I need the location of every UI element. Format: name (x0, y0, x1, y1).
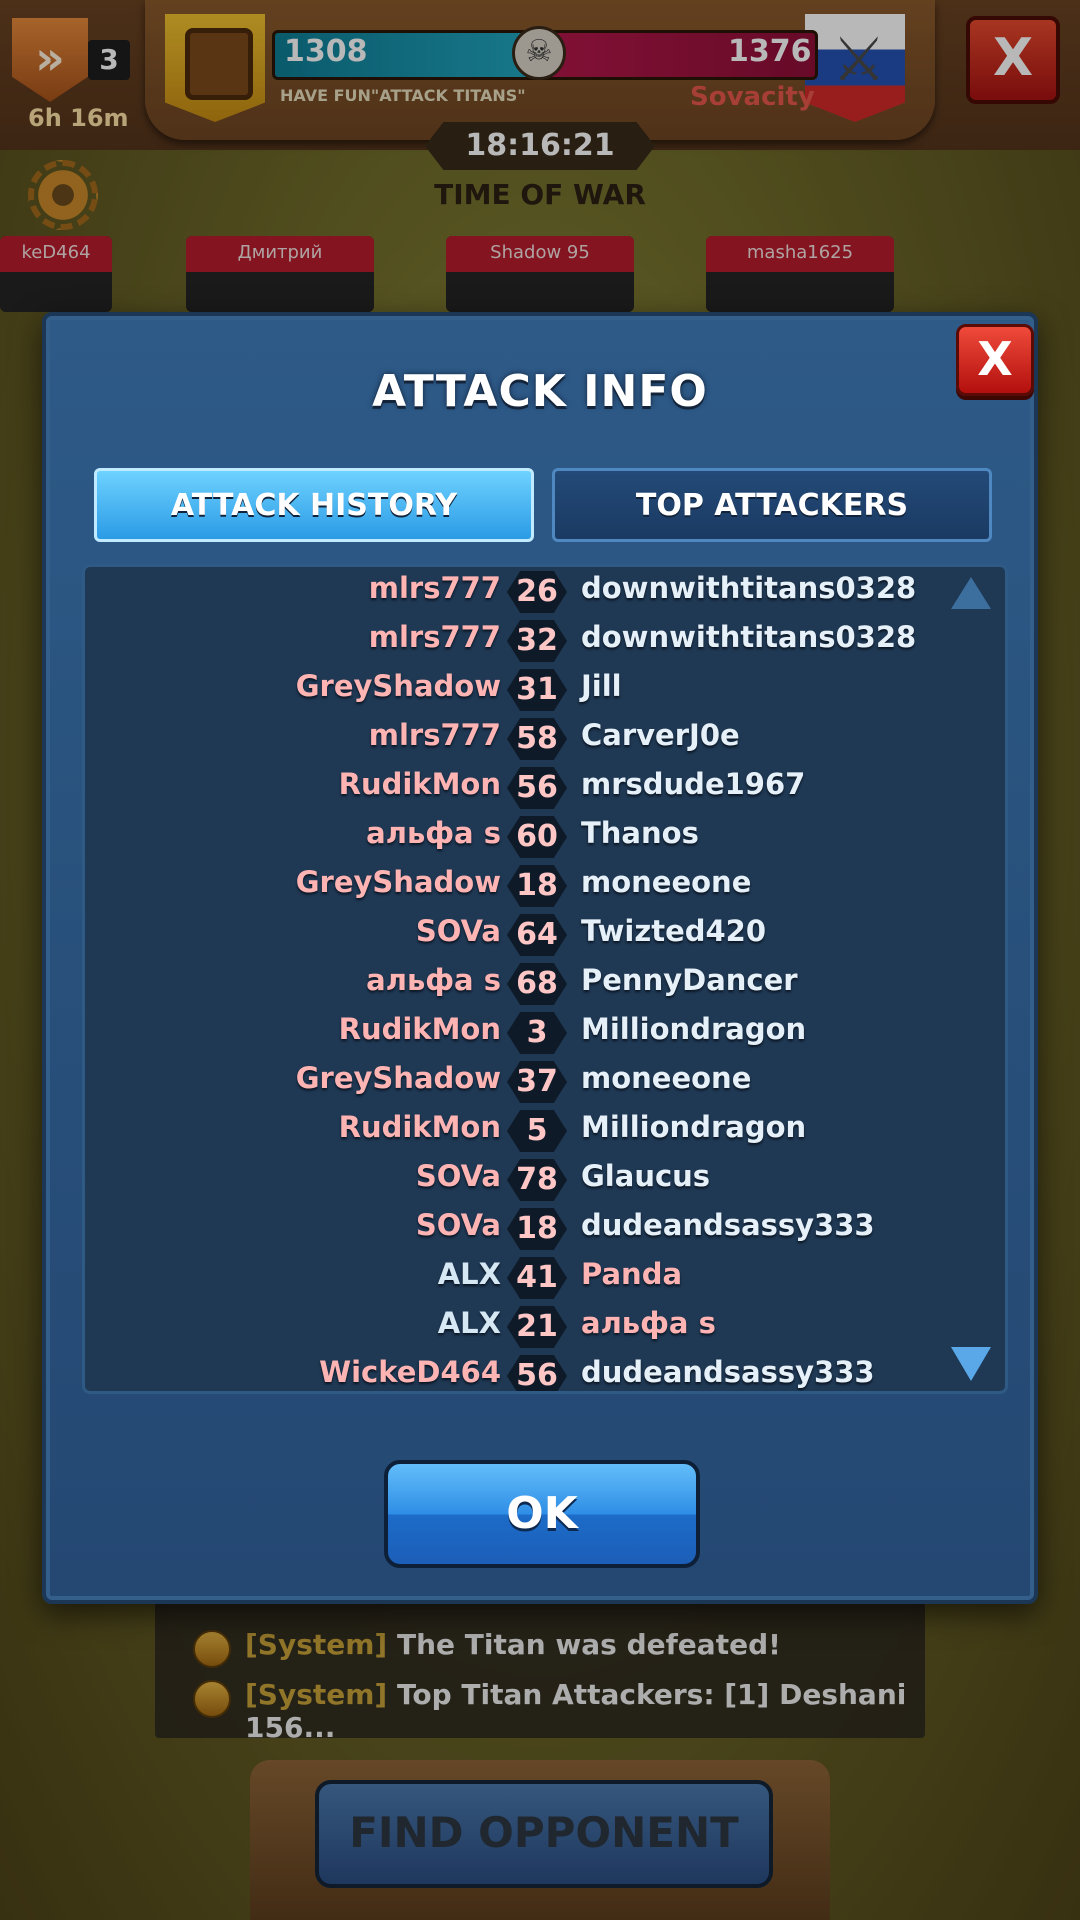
attack-score: 26 (507, 571, 567, 613)
history-row[interactable]: RudikMon 3 Milliondragon (85, 1010, 1005, 1056)
attacker-name: SOVa (415, 1208, 501, 1242)
history-row[interactable]: RudikMon 5 Milliondragon (85, 1108, 1005, 1154)
target-name: Milliondragon (581, 1110, 807, 1144)
target-name: Jill (581, 669, 622, 703)
attack-score: 41 (507, 1257, 567, 1299)
close-dialog-button[interactable]: X (956, 324, 1034, 396)
target-name: downwithtitans0328 (581, 620, 917, 654)
target-name: dudeandsassy333 (581, 1208, 875, 1242)
attacker-name: SOVa (415, 914, 501, 948)
attack-score: 78 (507, 1159, 567, 1201)
history-row[interactable]: GreyShadow 18 moneeone (85, 863, 1005, 909)
target-name: Twizted420 (581, 914, 767, 948)
target-name: Milliondragon (581, 1012, 807, 1046)
attacker-name: ALX (437, 1306, 501, 1340)
attacker-name: SOVa (415, 1159, 501, 1193)
history-row[interactable]: mlrs777 32 downwithtitans0328 (85, 618, 1005, 664)
tab-attack-history[interactable]: ATTACK HISTORY (94, 468, 534, 542)
attacker-name: GreyShadow (295, 1061, 501, 1095)
attacker-name: альфа s (366, 963, 501, 997)
attack-score: 37 (507, 1061, 567, 1103)
attack-score: 21 (507, 1306, 567, 1348)
history-row[interactable]: WickeD464 56 dudeandsassy333 (85, 1353, 1005, 1391)
history-row[interactable]: SOVa 64 Twizted420 (85, 912, 1005, 958)
history-row[interactable]: mlrs777 26 downwithtitans0328 (85, 569, 1005, 615)
attack-score: 60 (507, 816, 567, 858)
attack-score: 31 (507, 669, 567, 711)
target-name: moneeone (581, 1061, 752, 1095)
history-row[interactable]: альфа s 60 Thanos (85, 814, 1005, 860)
attack-score: 56 (507, 767, 567, 809)
attacker-name: mlrs777 (368, 571, 501, 605)
attacker-name: ALX (437, 1257, 501, 1291)
attack-score: 56 (507, 1355, 567, 1391)
target-name: mrsdude1967 (581, 767, 806, 801)
attack-score: 58 (507, 718, 567, 760)
target-name: moneeone (581, 865, 752, 899)
target-name: Thanos (581, 816, 699, 850)
attack-history-list[interactable]: mlrs777 26 downwithtitans0328 mlrs777 32 down… (82, 564, 1008, 1394)
attack-score: 18 (507, 865, 567, 907)
attacker-name: RudikMon (338, 1110, 501, 1144)
history-row[interactable]: ALX 41 Panda (85, 1255, 1005, 1301)
attack-score: 5 (507, 1110, 567, 1152)
history-row[interactable]: RudikMon 56 mrsdude1967 (85, 765, 1005, 811)
attack-score: 32 (507, 620, 567, 662)
history-row[interactable]: альфа s 68 PennyDancer (85, 961, 1005, 1007)
target-name: dudeandsassy333 (581, 1355, 875, 1389)
history-row[interactable]: SOVa 78 Glaucus (85, 1157, 1005, 1203)
attacker-name: WickeD464 (319, 1355, 501, 1389)
attacker-name: GreyShadow (295, 669, 501, 703)
attacker-name: RudikMon (338, 1012, 501, 1046)
attack-score: 18 (507, 1208, 567, 1250)
attack-info-dialog: ATTACK INFO X ATTACK HISTORY TOP ATTACKE… (42, 312, 1038, 1604)
target-name: альфа s (581, 1306, 716, 1340)
ok-button[interactable]: OK (384, 1460, 700, 1568)
attacker-name: mlrs777 (368, 620, 501, 654)
target-name: Glaucus (581, 1159, 711, 1193)
attacker-name: GreyShadow (295, 865, 501, 899)
attack-score: 3 (507, 1012, 567, 1054)
history-row[interactable]: mlrs777 58 CarverJ0e (85, 716, 1005, 762)
history-row[interactable]: GreyShadow 37 moneeone (85, 1059, 1005, 1105)
history-row[interactable]: GreyShadow 31 Jill (85, 667, 1005, 713)
attack-score: 64 (507, 914, 567, 956)
attacker-name: mlrs777 (368, 718, 501, 752)
history-row[interactable]: ALX 21 альфа s (85, 1304, 1005, 1350)
tab-top-attackers[interactable]: TOP ATTACKERS (552, 468, 992, 542)
target-name: CarverJ0e (581, 718, 740, 752)
target-name: downwithtitans0328 (581, 571, 917, 605)
attack-score: 68 (507, 963, 567, 1005)
target-name: Panda (581, 1257, 683, 1291)
attacker-name: RudikMon (338, 767, 501, 801)
dialog-title: ATTACK INFO (372, 366, 708, 417)
attacker-name: альфа s (366, 816, 501, 850)
target-name: PennyDancer (581, 963, 798, 997)
history-row[interactable]: SOVa 18 dudeandsassy333 (85, 1206, 1005, 1252)
